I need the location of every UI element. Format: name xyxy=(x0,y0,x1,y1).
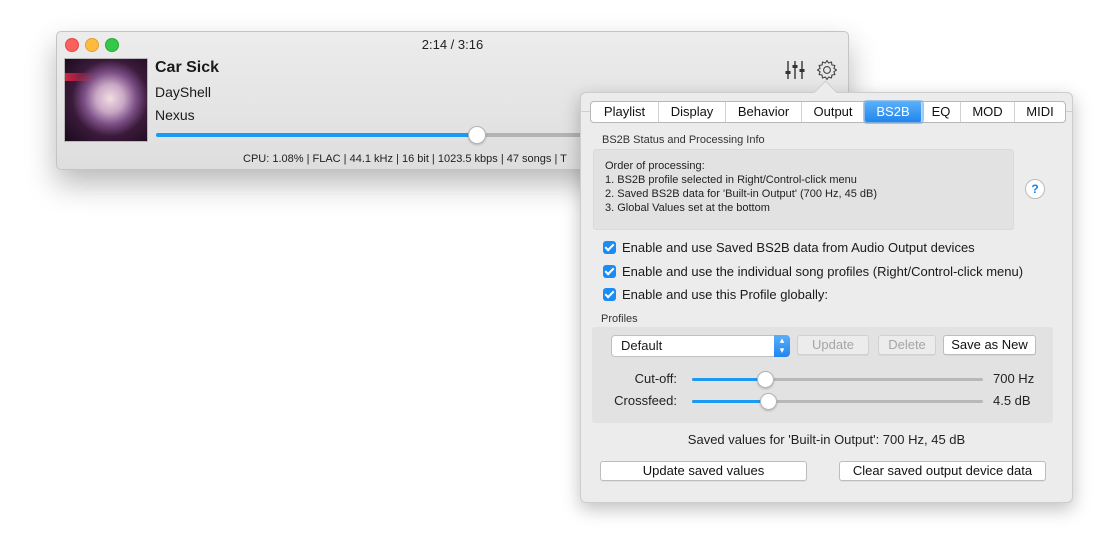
settings-tabs: Playlist Display Behavior Output BS2B EQ… xyxy=(590,101,1066,123)
album-art xyxy=(64,58,148,142)
playback-time: 2:14 / 3:16 xyxy=(421,37,484,52)
tab-midi[interactable]: MIDI xyxy=(1015,102,1065,122)
artist-name: DayShell xyxy=(155,84,212,100)
song-title: Car Sick xyxy=(155,59,220,76)
tab-mod[interactable]: MOD xyxy=(961,102,1015,122)
info-line: 2. Saved BS2B data for 'Built-in Output'… xyxy=(605,188,878,200)
update-saved-values-button[interactable]: Update saved values xyxy=(600,461,807,481)
checkbox-label: Enable and use this Profile globally: xyxy=(622,287,828,302)
info-line: Order of processing: xyxy=(605,160,705,172)
update-profile-button[interactable]: Update xyxy=(797,335,869,355)
tab-output[interactable]: Output xyxy=(802,102,865,122)
info-box: Order of processing: 1. BS2B profile sel… xyxy=(593,149,1014,230)
crossfeed-value: 4.5 dB xyxy=(993,393,1031,408)
info-line: 3. Global Values set at the bottom xyxy=(605,202,770,214)
cutoff-slider[interactable] xyxy=(692,371,983,388)
chevron-updown-icon: ▴ ▾ xyxy=(774,335,790,357)
cutoff-label: Cut-off: xyxy=(634,371,677,386)
checkbox-checked-icon[interactable] xyxy=(603,265,616,278)
tab-bs2b[interactable]: BS2B xyxy=(865,102,922,122)
profiles-box: Default ▴ ▾ Update Delete Save as New Cut… xyxy=(592,327,1053,423)
saved-values-text: Saved values for 'Built-in Output': 700 … xyxy=(687,432,966,447)
save-as-new-button[interactable]: Save as New xyxy=(943,335,1036,355)
crossfeed-slider-fill xyxy=(692,400,768,403)
info-section-label: BS2B Status and Processing Info xyxy=(602,134,765,146)
cutoff-slider-fill xyxy=(692,378,765,381)
profile-select[interactable]: Default ▴ ▾ xyxy=(611,335,790,357)
cutoff-slider-knob[interactable] xyxy=(756,371,774,388)
info-line: 1. BS2B profile selected in Right/Contro… xyxy=(605,174,857,186)
tab-eq[interactable]: EQ xyxy=(922,102,961,122)
gear-icon[interactable] xyxy=(816,59,838,81)
seek-progress xyxy=(156,133,476,137)
checkbox-saved-device-data[interactable]: Enable and use Saved BS2B data from Audi… xyxy=(603,240,975,255)
cutoff-value: 700 Hz xyxy=(993,371,1035,386)
profile-select-value: Default xyxy=(621,338,663,353)
tab-behavior[interactable]: Behavior xyxy=(726,102,802,122)
delete-profile-button[interactable]: Delete xyxy=(878,335,936,355)
checkbox-song-profiles[interactable]: Enable and use the individual song profi… xyxy=(603,264,1023,279)
seek-knob[interactable] xyxy=(467,126,486,144)
sliders-icon[interactable] xyxy=(784,60,806,80)
status-line: CPU: 1.08% | FLAC | 44.1 kHz | 16 bit | … xyxy=(243,153,567,165)
crossfeed-label: Crossfeed: xyxy=(614,393,677,408)
checkbox-checked-icon[interactable] xyxy=(603,241,616,254)
checkbox-label: Enable and use the individual song profi… xyxy=(622,264,1024,279)
crossfeed-slider-knob[interactable] xyxy=(759,393,777,410)
album-name: Nexus xyxy=(155,107,195,123)
checkbox-global-profile[interactable]: Enable and use this Profile globally: xyxy=(603,287,828,302)
checkbox-label: Enable and use Saved BS2B data from Audi… xyxy=(622,240,975,255)
settings-popover: Playlist Display Behavior Output BS2B EQ… xyxy=(580,80,1073,503)
tab-display[interactable]: Display xyxy=(659,102,726,122)
help-button[interactable]: ? xyxy=(1025,179,1045,199)
profiles-label: Profiles xyxy=(601,313,638,325)
crossfeed-slider[interactable] xyxy=(692,393,983,410)
tab-playlist[interactable]: Playlist xyxy=(591,102,659,122)
clear-saved-data-button[interactable]: Clear saved output device data xyxy=(839,461,1046,481)
checkbox-checked-icon[interactable] xyxy=(603,288,616,301)
